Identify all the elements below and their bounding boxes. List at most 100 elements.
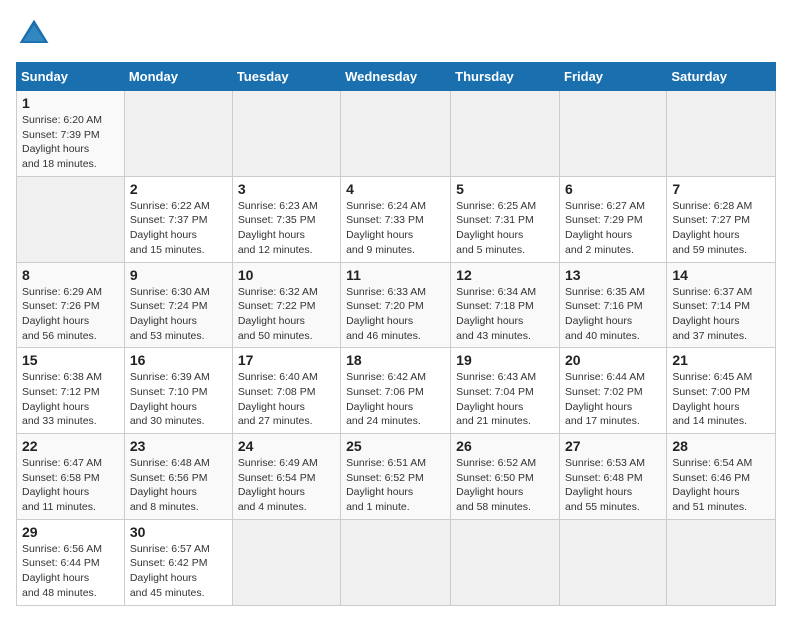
day-info: Sunrise: 6:42 AMSunset: 7:06 PMDaylight …: [346, 370, 445, 429]
day-info: Sunrise: 6:56 AMSunset: 6:44 PMDaylight …: [22, 542, 119, 601]
calendar-header-row: SundayMondayTuesdayWednesdayThursdayFrid…: [17, 63, 776, 91]
day-number: 25: [346, 438, 445, 454]
calendar-cell: 29 Sunrise: 6:56 AMSunset: 6:44 PMDayligh…: [17, 519, 125, 605]
calendar-cell: [451, 91, 560, 177]
day-info: Sunrise: 6:37 AMSunset: 7:14 PMDaylight …: [672, 285, 770, 344]
weekday-header-saturday: Saturday: [667, 63, 776, 91]
calendar-cell: [17, 176, 125, 262]
calendar-cell: 11 Sunrise: 6:33 AMSunset: 7:20 PMDayligh…: [341, 262, 451, 348]
calendar-cell: 7 Sunrise: 6:28 AMSunset: 7:27 PMDaylight…: [667, 176, 776, 262]
calendar-cell: [667, 91, 776, 177]
day-number: 20: [565, 352, 661, 368]
calendar-cell: 21Sunrise: 6:45 AMSunset: 7:00 PMDayligh…: [667, 348, 776, 434]
day-info: Sunrise: 6:48 AMSunset: 6:56 PMDaylight …: [130, 456, 227, 515]
calendar-week-3: 8 Sunrise: 6:29 AMSunset: 7:26 PMDaylight…: [17, 262, 776, 348]
calendar-cell: 14 Sunrise: 6:37 AMSunset: 7:14 PMDayligh…: [667, 262, 776, 348]
day-number: 8: [22, 267, 119, 283]
day-number: 24: [238, 438, 335, 454]
day-info: Sunrise: 6:45 AMSunset: 7:00 PMDaylight …: [672, 370, 770, 429]
calendar-cell: 15 Sunrise: 6:38 AMSunset: 7:12 PMDayligh…: [17, 348, 125, 434]
day-info: Sunrise: 6:27 AMSunset: 7:29 PMDaylight …: [565, 199, 661, 258]
day-info: Sunrise: 6:47 AMSunset: 6:58 PMDaylight …: [22, 456, 119, 515]
weekday-header-friday: Friday: [560, 63, 667, 91]
calendar-cell: [451, 519, 560, 605]
day-number: 4: [346, 181, 445, 197]
calendar-cell: 10 Sunrise: 6:32 AMSunset: 7:22 PMDayligh…: [232, 262, 340, 348]
calendar-cell: 1Sunrise: 6:20 AMSunset: 7:39 PMDaylight…: [17, 91, 125, 177]
day-number: 22: [22, 438, 119, 454]
calendar-cell: 27Sunrise: 6:53 AMSunset: 6:48 PMDayligh…: [560, 434, 667, 520]
day-number: 5: [456, 181, 554, 197]
calendar-cell: 23Sunrise: 6:48 AMSunset: 6:56 PMDayligh…: [124, 434, 232, 520]
day-number: 12: [456, 267, 554, 283]
calendar-cell: [341, 519, 451, 605]
day-number: 15: [22, 352, 119, 368]
day-number: 7: [672, 181, 770, 197]
weekday-header-sunday: Sunday: [17, 63, 125, 91]
day-number: 14: [672, 267, 770, 283]
day-number: 10: [238, 267, 335, 283]
day-number: 13: [565, 267, 661, 283]
day-info: Sunrise: 6:24 AMSunset: 7:33 PMDaylight …: [346, 199, 445, 258]
day-number: 11: [346, 267, 445, 283]
day-info: Sunrise: 6:30 AMSunset: 7:24 PMDaylight …: [130, 285, 227, 344]
weekday-header-monday: Monday: [124, 63, 232, 91]
day-info: Sunrise: 6:23 AMSunset: 7:35 PMDaylight …: [238, 199, 335, 258]
calendar-cell: 9Sunrise: 6:30 AMSunset: 7:24 PMDaylight…: [124, 262, 232, 348]
calendar-cell: [341, 91, 451, 177]
calendar-cell: 28Sunrise: 6:54 AMSunset: 6:46 PMDayligh…: [667, 434, 776, 520]
day-number: 6: [565, 181, 661, 197]
calendar-cell: 30 Sunrise: 6:57 AMSunset: 6:42 PMDayligh…: [124, 519, 232, 605]
day-info: Sunrise: 6:44 AMSunset: 7:02 PMDaylight …: [565, 370, 661, 429]
calendar-week-5: 22 Sunrise: 6:47 AMSunset: 6:58 PMDayligh…: [17, 434, 776, 520]
day-info: Sunrise: 6:35 AMSunset: 7:16 PMDaylight …: [565, 285, 661, 344]
calendar-cell: 22 Sunrise: 6:47 AMSunset: 6:58 PMDayligh…: [17, 434, 125, 520]
calendar-cell: 20 Sunrise: 6:44 AMSunset: 7:02 PMDayligh…: [560, 348, 667, 434]
calendar-cell: [232, 91, 340, 177]
day-number: 3: [238, 181, 335, 197]
calendar-cell: [232, 519, 340, 605]
day-info: Sunrise: 6:28 AMSunset: 7:27 PMDaylight …: [672, 199, 770, 258]
calendar-cell: 17Sunrise: 6:40 AMSunset: 7:08 PMDayligh…: [232, 348, 340, 434]
day-info: Sunrise: 6:57 AMSunset: 6:42 PMDaylight …: [130, 542, 227, 601]
day-number: 1: [22, 95, 119, 111]
calendar-week-6: 29 Sunrise: 6:56 AMSunset: 6:44 PMDayligh…: [17, 519, 776, 605]
day-info: Sunrise: 6:33 AMSunset: 7:20 PMDaylight …: [346, 285, 445, 344]
day-info: Sunrise: 6:38 AMSunset: 7:12 PMDaylight …: [22, 370, 119, 429]
day-number: 17: [238, 352, 335, 368]
day-number: 16: [130, 352, 227, 368]
calendar-cell: 26Sunrise: 6:52 AMSunset: 6:50 PMDayligh…: [451, 434, 560, 520]
day-number: 2: [130, 181, 227, 197]
calendar-cell: 24 Sunrise: 6:49 AMSunset: 6:54 PMDayligh…: [232, 434, 340, 520]
day-info: Sunrise: 6:29 AMSunset: 7:26 PMDaylight …: [22, 285, 119, 344]
day-info: Sunrise: 6:53 AMSunset: 6:48 PMDaylight …: [565, 456, 661, 515]
calendar-cell: 13 Sunrise: 6:35 AMSunset: 7:16 PMDayligh…: [560, 262, 667, 348]
page-header: [16, 16, 776, 52]
day-info: Sunrise: 6:32 AMSunset: 7:22 PMDaylight …: [238, 285, 335, 344]
day-number: 26: [456, 438, 554, 454]
calendar-cell: 6 Sunrise: 6:27 AMSunset: 7:29 PMDaylight…: [560, 176, 667, 262]
day-info: Sunrise: 6:49 AMSunset: 6:54 PMDaylight …: [238, 456, 335, 515]
calendar-cell: [560, 91, 667, 177]
logo-icon: [16, 16, 52, 52]
calendar-week-1: 1Sunrise: 6:20 AMSunset: 7:39 PMDaylight…: [17, 91, 776, 177]
calendar-cell: 18 Sunrise: 6:42 AMSunset: 7:06 PMDayligh…: [341, 348, 451, 434]
day-info: Sunrise: 6:22 AMSunset: 7:37 PMDaylight …: [130, 199, 227, 258]
calendar-week-2: 2 Sunrise: 6:22 AMSunset: 7:37 PMDaylight…: [17, 176, 776, 262]
day-number: 29: [22, 524, 119, 540]
calendar-cell: [667, 519, 776, 605]
calendar-cell: [124, 91, 232, 177]
calendar-cell: 8 Sunrise: 6:29 AMSunset: 7:26 PMDaylight…: [17, 262, 125, 348]
calendar-cell: [560, 519, 667, 605]
day-info: Sunrise: 6:34 AMSunset: 7:18 PMDaylight …: [456, 285, 554, 344]
weekday-header-wednesday: Wednesday: [341, 63, 451, 91]
day-number: 28: [672, 438, 770, 454]
day-number: 30: [130, 524, 227, 540]
calendar-cell: 12 Sunrise: 6:34 AMSunset: 7:18 PMDayligh…: [451, 262, 560, 348]
day-number: 18: [346, 352, 445, 368]
calendar-cell: 4 Sunrise: 6:24 AMSunset: 7:33 PMDaylight…: [341, 176, 451, 262]
weekday-header-tuesday: Tuesday: [232, 63, 340, 91]
day-info: Sunrise: 6:43 AMSunset: 7:04 PMDaylight …: [456, 370, 554, 429]
calendar-cell: 19Sunrise: 6:43 AMSunset: 7:04 PMDayligh…: [451, 348, 560, 434]
weekday-header-thursday: Thursday: [451, 63, 560, 91]
